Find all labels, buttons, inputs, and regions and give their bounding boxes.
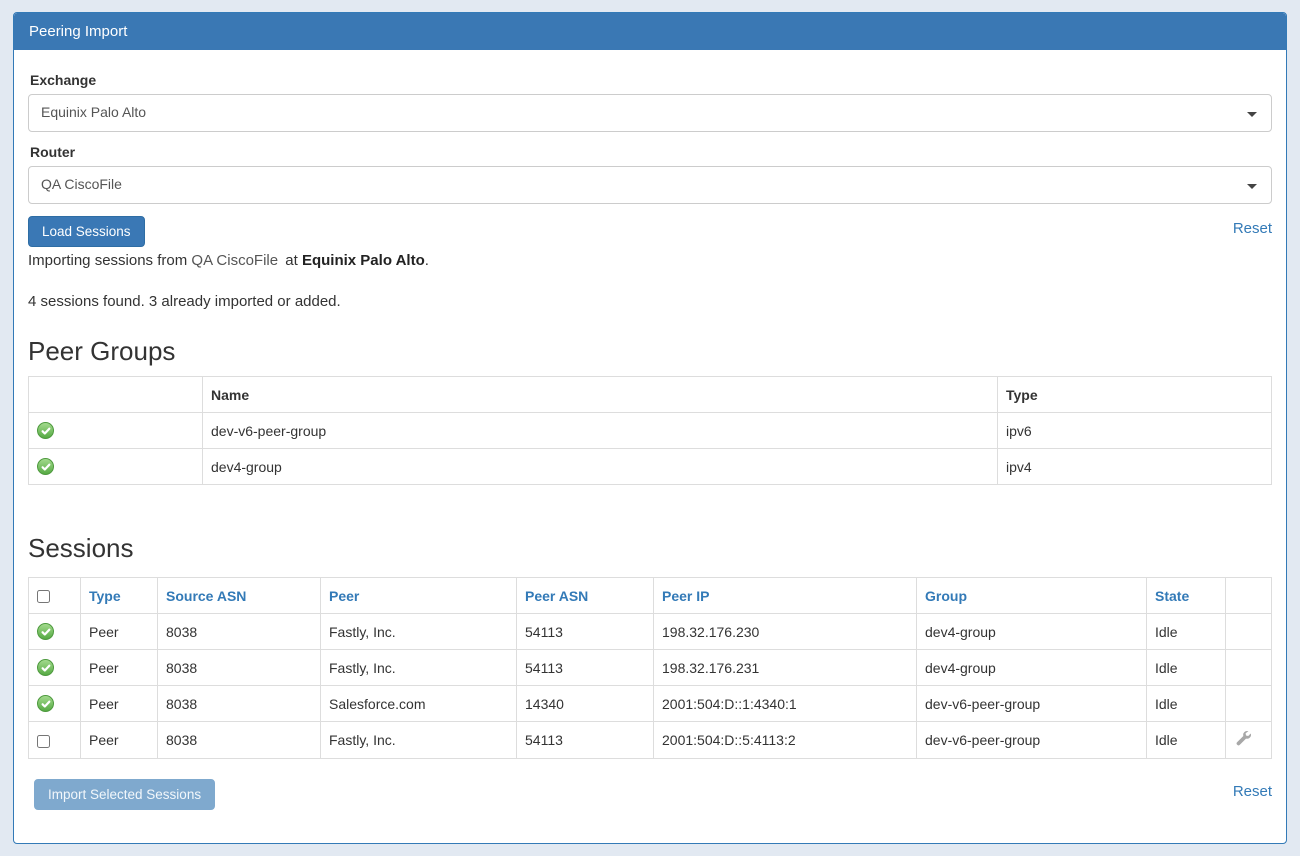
- reset-link-top[interactable]: Reset: [1233, 220, 1272, 237]
- peer-groups-name-column-header: Name: [203, 377, 998, 413]
- session-peer-asn: 54113: [517, 722, 654, 759]
- wrench-icon[interactable]: [1234, 730, 1251, 747]
- session-group: dev-v6-peer-group: [917, 686, 1147, 722]
- accept-icon: [37, 695, 54, 712]
- sessions-type-column-header[interactable]: Type: [81, 578, 158, 614]
- table-row: Peer 8038 Salesforce.com 14340 2001:504:…: [29, 686, 1272, 722]
- peer-groups-table: Name Type dev-v6-peer-group ipv6 dev4-gr…: [28, 376, 1272, 485]
- router-select[interactable]: QA CiscoFile: [28, 166, 1272, 204]
- session-peer-ip: 198.32.176.230: [654, 614, 917, 650]
- table-row: Peer 8038 Fastly, Inc. 54113 2001:504:D:…: [29, 722, 1272, 759]
- session-type: Peer: [81, 722, 158, 759]
- sessions-state-column-header[interactable]: State: [1147, 578, 1226, 614]
- sessions-header-row: Type Source ASN Peer Peer ASN Peer IP Gr…: [29, 578, 1272, 614]
- session-peer: Salesforce.com: [321, 686, 517, 722]
- importing-prefix: Importing sessions from: [28, 252, 187, 269]
- router-selected-value: QA CiscoFile: [41, 176, 122, 192]
- accept-icon: [37, 458, 54, 475]
- sessions-peer-asn-column-header[interactable]: Peer ASN: [517, 578, 654, 614]
- panel-title: Peering Import: [14, 13, 1286, 50]
- session-state: Idle: [1147, 650, 1226, 686]
- peer-groups-type-column-header: Type: [998, 377, 1272, 413]
- peer-group-type: ipv6: [998, 413, 1272, 449]
- importing-exchange-name: Equinix Palo Alto: [302, 252, 425, 269]
- sessions-actions-column-header: [1226, 578, 1272, 614]
- accept-icon: [37, 659, 54, 676]
- importing-at-word: at: [285, 252, 298, 269]
- session-peer: Fastly, Inc.: [321, 722, 517, 759]
- table-row: Peer 8038 Fastly, Inc. 54113 198.32.176.…: [29, 614, 1272, 650]
- exchange-label: Exchange: [30, 72, 1272, 88]
- session-peer-ip: 198.32.176.231: [654, 650, 917, 686]
- peer-groups-heading: Peer Groups: [28, 336, 1272, 367]
- table-row: dev4-group ipv4: [29, 449, 1272, 485]
- session-type: Peer: [81, 614, 158, 650]
- session-peer-ip: 2001:504:D::1:4340:1: [654, 686, 917, 722]
- session-actions-cell: [1226, 614, 1272, 650]
- session-actions-cell: [1226, 686, 1272, 722]
- importing-status-line: Importing sessions from QA CiscoFile at …: [28, 252, 1272, 269]
- session-actions-cell: [1226, 650, 1272, 686]
- sessions-table: Type Source ASN Peer Peer ASN Peer IP Gr…: [28, 577, 1272, 759]
- table-row: dev-v6-peer-group ipv6: [29, 413, 1272, 449]
- sessions-peer-ip-column-header[interactable]: Peer IP: [654, 578, 917, 614]
- load-sessions-button[interactable]: Load Sessions: [28, 216, 145, 247]
- session-group: dev4-group: [917, 650, 1147, 686]
- session-state: Idle: [1147, 722, 1226, 759]
- chevron-down-icon: [1247, 184, 1257, 189]
- select-all-checkbox[interactable]: [37, 590, 50, 603]
- session-peer-asn: 54113: [517, 614, 654, 650]
- exchange-selected-value: Equinix Palo Alto: [41, 104, 146, 120]
- session-source-asn: 8038: [158, 614, 321, 650]
- chevron-down-icon: [1247, 112, 1257, 117]
- sessions-source-asn-column-header[interactable]: Source ASN: [158, 578, 321, 614]
- import-selected-sessions-button[interactable]: Import Selected Sessions: [34, 779, 215, 810]
- panel-body: Exchange Equinix Palo Alto Router QA Cis…: [14, 50, 1286, 830]
- session-source-asn: 8038: [158, 686, 321, 722]
- load-actions-row: Load Sessions Reset: [28, 216, 1272, 247]
- import-actions-row: Import Selected Sessions Reset: [28, 779, 1272, 810]
- session-peer: Fastly, Inc.: [321, 650, 517, 686]
- session-peer: Fastly, Inc.: [321, 614, 517, 650]
- peer-groups-status-column-header: [29, 377, 203, 413]
- session-type: Peer: [81, 686, 158, 722]
- session-select-checkbox[interactable]: [37, 735, 50, 748]
- sessions-heading: Sessions: [28, 533, 1272, 564]
- sessions-peer-column-header[interactable]: Peer: [321, 578, 517, 614]
- session-state: Idle: [1147, 686, 1226, 722]
- peer-group-type: ipv4: [998, 449, 1272, 485]
- exchange-select[interactable]: Equinix Palo Alto: [28, 94, 1272, 132]
- session-group: dev-v6-peer-group: [917, 722, 1147, 759]
- peer-group-name: dev-v6-peer-group: [203, 413, 998, 449]
- sessions-group-column-header[interactable]: Group: [917, 578, 1147, 614]
- session-type: Peer: [81, 650, 158, 686]
- session-actions-cell: [1226, 722, 1272, 759]
- session-source-asn: 8038: [158, 722, 321, 759]
- peer-group-name: dev4-group: [203, 449, 998, 485]
- peering-import-panel: Peering Import Exchange Equinix Palo Alt…: [13, 12, 1287, 844]
- session-source-asn: 8038: [158, 650, 321, 686]
- accept-icon: [37, 422, 54, 439]
- session-peer-ip: 2001:504:D::5:4113:2: [654, 722, 917, 759]
- session-peer-asn: 54113: [517, 650, 654, 686]
- importing-router-name: QA CiscoFile: [191, 252, 278, 269]
- sessions-summary: 4 sessions found. 3 already imported or …: [28, 293, 1272, 310]
- table-row: Peer 8038 Fastly, Inc. 54113 198.32.176.…: [29, 650, 1272, 686]
- session-state: Idle: [1147, 614, 1226, 650]
- session-group: dev4-group: [917, 614, 1147, 650]
- reset-link-bottom[interactable]: Reset: [1233, 783, 1272, 800]
- session-peer-asn: 14340: [517, 686, 654, 722]
- peer-groups-header-row: Name Type: [29, 377, 1272, 413]
- router-label: Router: [30, 144, 1272, 160]
- importing-period: .: [425, 252, 429, 269]
- accept-icon: [37, 623, 54, 640]
